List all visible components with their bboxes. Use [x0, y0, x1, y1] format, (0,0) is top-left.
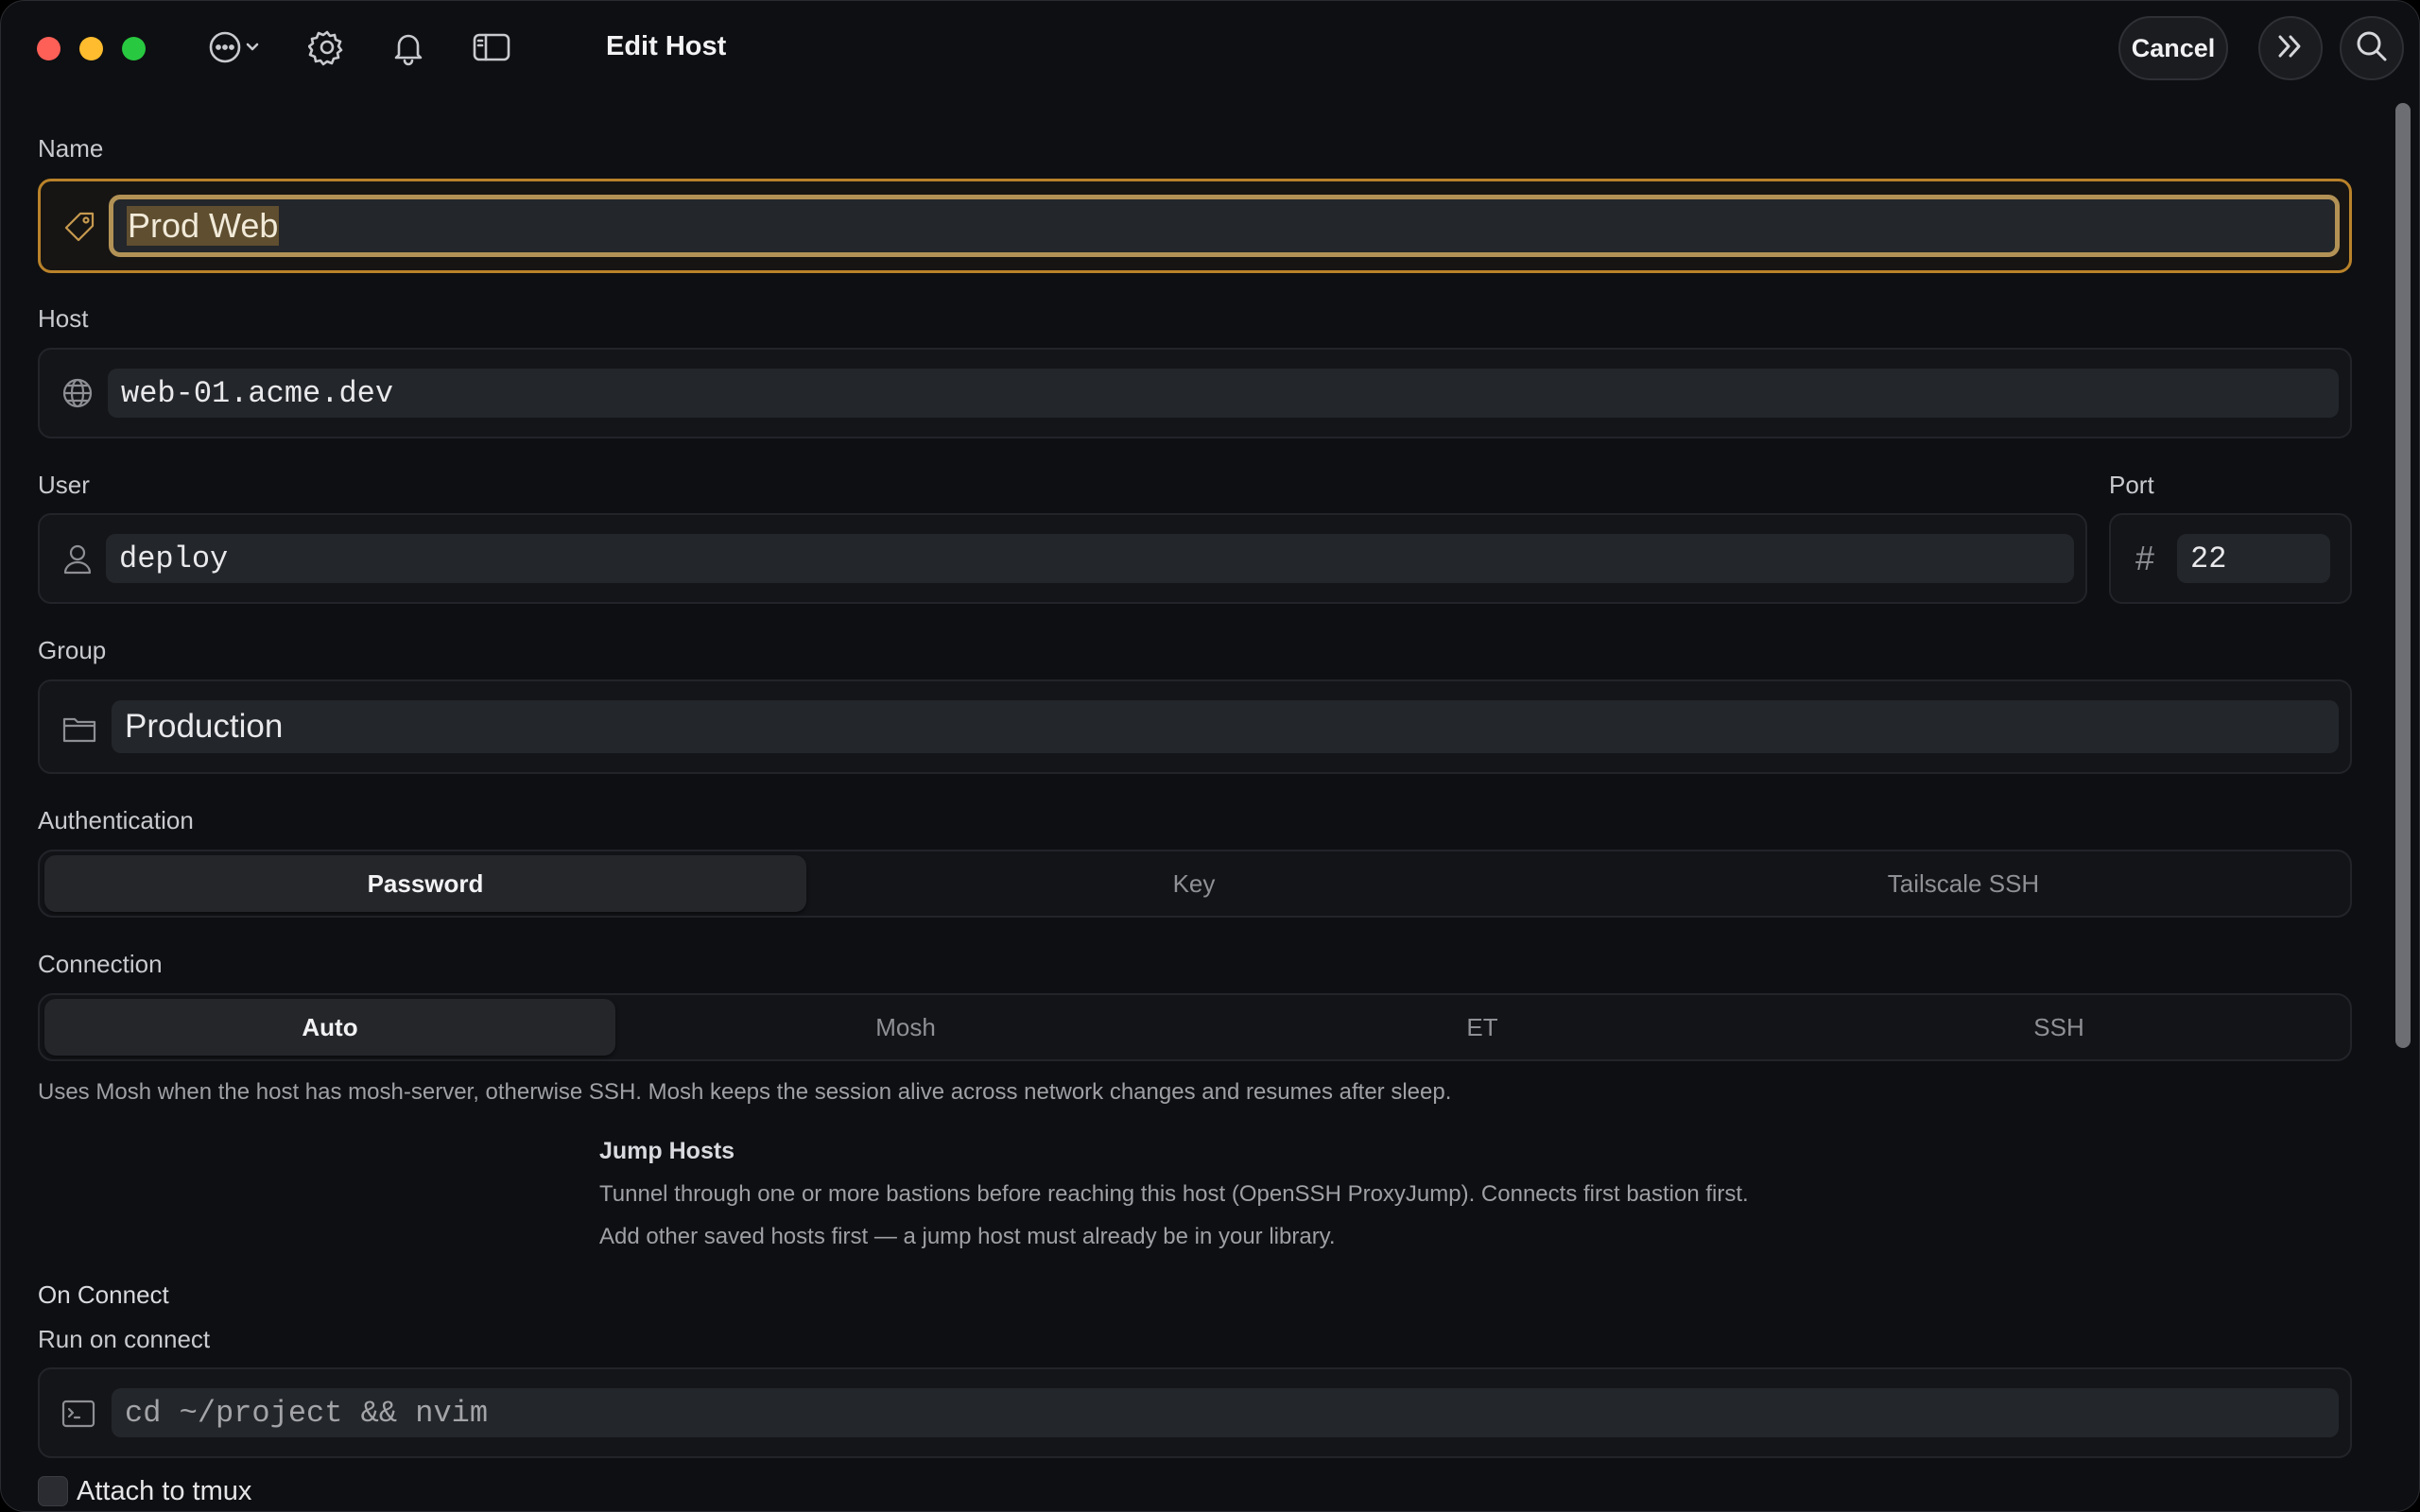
on-connect-title: On Connect [38, 1280, 169, 1309]
globe-icon [60, 374, 95, 412]
title-bar: Edit Host Cancel [1, 1, 2419, 95]
authentication-label: Authentication [38, 806, 194, 834]
jump-hosts-empty-note: Add other saved hosts first — a jump hos… [599, 1224, 1336, 1249]
gear-icon [307, 28, 346, 71]
auth-option-password[interactable]: Password [44, 855, 806, 912]
run-on-connect-field[interactable]: cd ~/project && nvim [38, 1367, 2352, 1458]
group-field[interactable]: Production [38, 679, 2352, 774]
sidebar-icon [472, 28, 511, 71]
name-label: Name [38, 134, 104, 163]
host-field[interactable]: web-01.acme.dev [38, 348, 2352, 438]
authentication-segmented-control: Password Key Tailscale SSH [38, 850, 2352, 918]
run-on-connect-label: Run on connect [38, 1325, 211, 1353]
edit-host-window: Edit Host Cancel Name Prod Web Host web-… [0, 0, 2420, 1512]
group-label: Group [38, 636, 107, 664]
search-icon [2353, 27, 2391, 70]
port-field[interactable]: # 22 [2109, 513, 2352, 604]
auth-option-tailscale-ssh[interactable]: Tailscale SSH [1582, 855, 2344, 912]
toggle-sidebar-button[interactable] [470, 27, 513, 71]
forward-icon [2272, 27, 2309, 70]
port-label: Port [2109, 471, 2154, 499]
jump-hosts-title: Jump Hosts [599, 1138, 735, 1164]
connection-help-text: Uses Mosh when the host has mosh-server,… [38, 1079, 1452, 1105]
tag-icon [61, 206, 99, 248]
maximize-window-button[interactable] [122, 37, 146, 60]
auth-option-key[interactable]: Key [813, 855, 1575, 912]
forward-button[interactable] [2258, 16, 2323, 80]
connection-option-mosh[interactable]: Mosh [620, 999, 1191, 1056]
connection-label: Connection [38, 950, 163, 978]
attach-tmux-checkbox[interactable] [38, 1476, 68, 1506]
group-input[interactable]: Production [112, 700, 2339, 753]
minimize-window-button[interactable] [79, 37, 103, 60]
user-input[interactable]: deploy [106, 534, 2074, 583]
host-label: Host [38, 304, 89, 333]
search-button[interactable] [2340, 16, 2404, 80]
settings-button[interactable] [305, 27, 349, 71]
user-label: User [38, 471, 90, 499]
connection-segmented-control: Auto Mosh ET SSH [38, 993, 2352, 1061]
connection-option-auto[interactable]: Auto [44, 999, 615, 1056]
cancel-button[interactable]: Cancel [2118, 16, 2228, 80]
hash-icon: # [2135, 539, 2155, 577]
connection-option-ssh[interactable]: SSH [1773, 999, 2344, 1056]
attach-tmux-label[interactable]: Attach to tmux [77, 1476, 251, 1507]
name-input-value: Prod Web [127, 206, 280, 246]
port-input[interactable]: 22 [2177, 534, 2330, 583]
window-title: Edit Host [606, 31, 727, 61]
name-input[interactable]: Prod Web [109, 195, 2340, 257]
host-input[interactable]: web-01.acme.dev [108, 369, 2339, 418]
run-on-connect-input[interactable]: cd ~/project && nvim [112, 1388, 2339, 1437]
more-menu-button[interactable] [205, 27, 268, 71]
user-field[interactable]: deploy [38, 513, 2087, 604]
more-icon [206, 28, 267, 71]
name-field[interactable]: Prod Web [38, 179, 2352, 273]
folder-icon [60, 710, 98, 747]
jump-hosts-description: Tunnel through one or more bastions befo… [599, 1181, 1749, 1207]
person-icon [60, 540, 95, 577]
scrollbar-thumb[interactable] [2395, 103, 2411, 1048]
bell-icon [389, 28, 427, 71]
terminal-icon [60, 1396, 96, 1432]
connection-option-et[interactable]: ET [1197, 999, 1768, 1056]
notifications-button[interactable] [387, 27, 430, 71]
close-window-button[interactable] [37, 37, 60, 60]
